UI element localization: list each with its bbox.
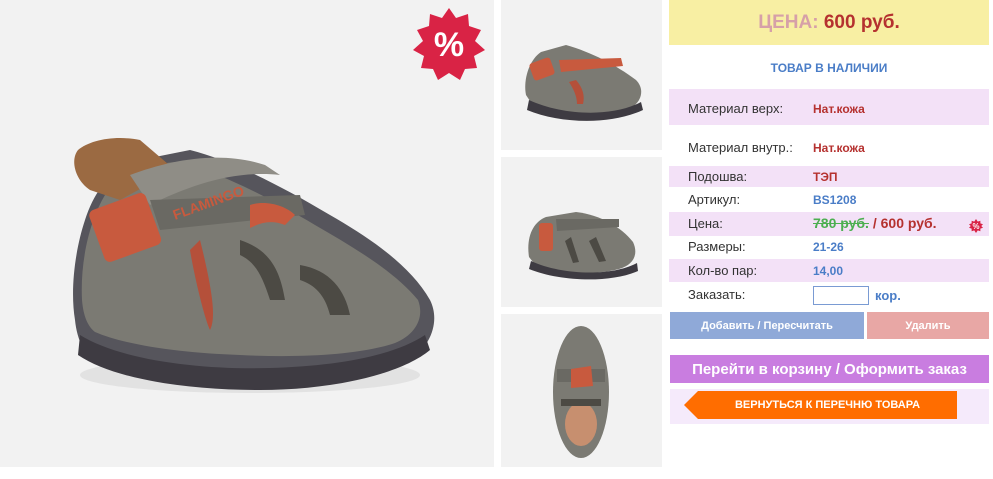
detail-row-pairs: Кол-во пар: 14,00 [669, 259, 989, 282]
detail-key: Подошва: [688, 169, 748, 184]
go-to-cart-button[interactable]: Перейти в корзину / Оформить заказ [670, 355, 989, 383]
sale-percent-icon: % [413, 8, 485, 80]
detail-value: 14,00 [813, 264, 844, 278]
mini-percent-symbol: % [973, 222, 980, 231]
detail-value: Нат.кожа [813, 102, 865, 116]
stock-status: ТОВАР В НАЛИЧИИ [770, 61, 888, 75]
detail-key: Кол-во пар: [688, 263, 758, 278]
price-compare: 780 руб. / 600 руб. [813, 215, 937, 231]
back-to-list-button[interactable]: ВЕРНУТЬСЯ К ПЕРЕЧНЮ ТОВАРА [684, 391, 957, 419]
detail-value: Нат.кожа [813, 141, 865, 155]
back-button-label: ВЕРНУТЬСЯ К ПЕРЕЧНЮ ТОВАРА [734, 399, 921, 411]
detail-row-upper-material: Материал верх: Нат.кожа [669, 89, 989, 125]
quantity-unit: кор. [875, 288, 901, 303]
thumbnail-1[interactable] [501, 0, 662, 150]
detail-value: ТЭП [813, 170, 838, 184]
detail-key: Цена: [688, 216, 723, 231]
price-separator: / [868, 215, 881, 231]
detail-row-sizes: Размеры: 21-26 [669, 236, 989, 258]
sandal-thumb-top [553, 326, 609, 458]
detail-row-sole: Подошва: ТЭП [669, 166, 989, 187]
sandal-thumb-side [525, 45, 643, 121]
detail-key: Размеры: [688, 239, 746, 254]
detail-row-article: Артикул: BS1208 [669, 189, 989, 210]
detail-row-inner-material: Материал внутр.: Нат.кожа [669, 128, 989, 164]
detail-key: Материал верх: [688, 101, 784, 116]
detail-key: Артикул: [688, 192, 741, 207]
detail-value: BS1208 [813, 193, 857, 207]
old-price: 780 руб. [813, 215, 869, 231]
new-price: 600 руб. [880, 215, 937, 231]
sandal-thumb-angle [528, 212, 638, 280]
quantity-input[interactable] [813, 286, 869, 305]
price-header-label: ЦЕНА: [758, 12, 819, 33]
detail-value: 21-26 [813, 240, 844, 254]
delete-button[interactable]: Удалить [867, 312, 989, 339]
detail-row-price: Цена: 780 руб. / 600 руб. % [669, 212, 989, 236]
main-product-image[interactable]: FLAMINGO % [0, 0, 494, 467]
back-button-area: ВЕРНУТЬСЯ К ПЕРЕЧНЮ ТОВАРА [670, 389, 989, 424]
thumbnail-2[interactable] [501, 157, 662, 307]
price-header: ЦЕНА: 600 руб. [669, 0, 989, 45]
sale-percent-symbol: % [434, 26, 464, 64]
add-recalculate-button[interactable]: Добавить / Пересчитать [670, 312, 864, 339]
detail-key: Заказать: [688, 287, 746, 302]
thumbnail-3[interactable] [501, 314, 662, 467]
mini-percent-icon: % [969, 219, 983, 233]
detail-key: Материал внутр.: [688, 140, 793, 155]
product-info-panel: ЦЕНА: 600 руб. ТОВАР В НАЛИЧИИ Материал … [669, 0, 989, 479]
price-header-value: 600 руб. [823, 12, 900, 33]
back-arrow-icon [684, 391, 698, 419]
